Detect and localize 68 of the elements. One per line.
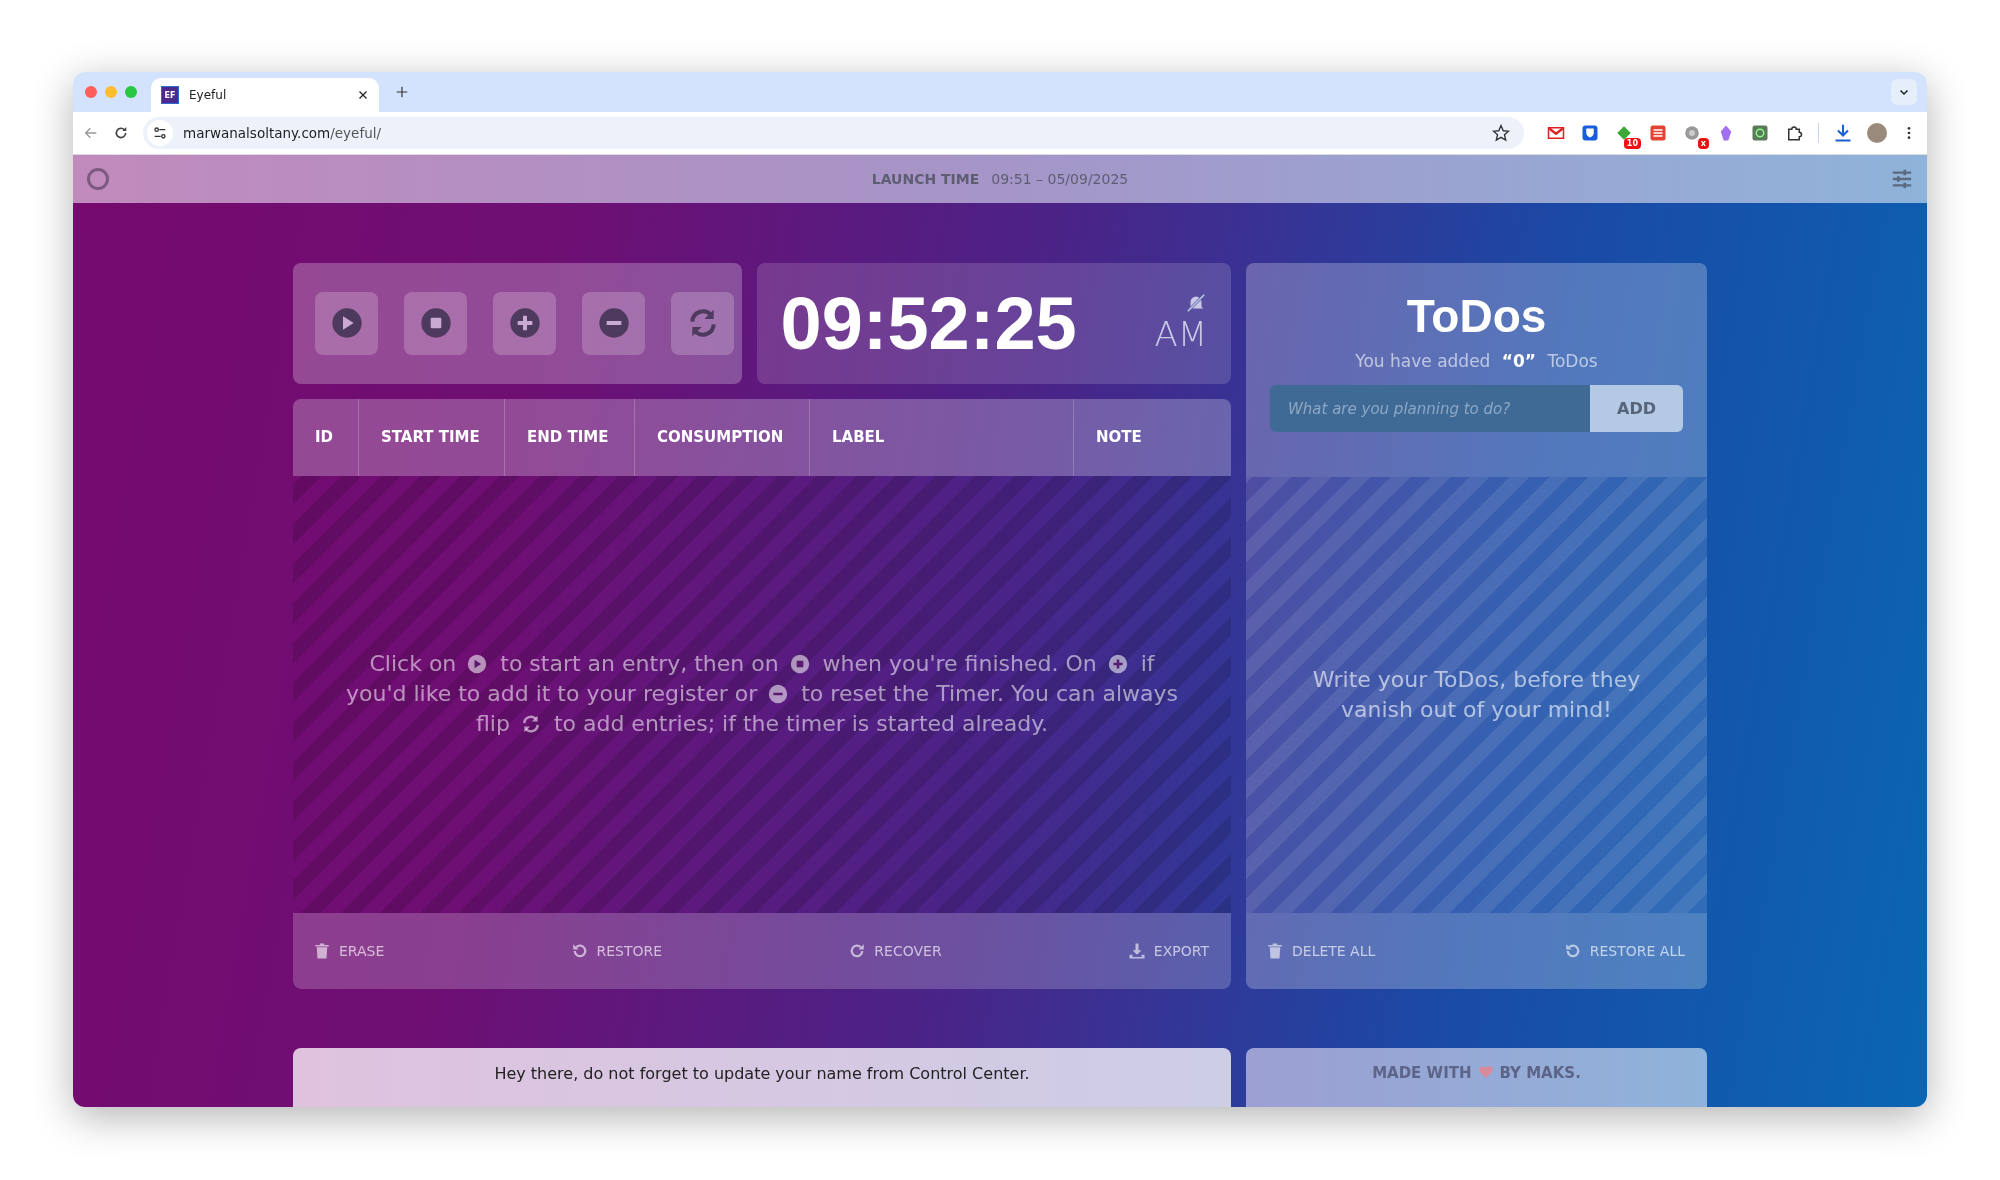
column-header: END TIME — [505, 398, 635, 476]
column-header: NOTE — [1095, 427, 1143, 449]
photo-icon[interactable] — [1751, 124, 1769, 142]
meridiem-label: AM — [1154, 314, 1207, 355]
play-button[interactable] — [315, 291, 378, 355]
launch-time-label: LAUNCH TIME — [871, 171, 980, 187]
stop-icon — [789, 654, 810, 675]
action-link[interactable]: EXPORT — [1127, 941, 1209, 960]
credit-text: MADE WITH — [1372, 1063, 1472, 1082]
undo-icon — [570, 941, 589, 960]
back-icon[interactable] — [83, 125, 99, 141]
empty-todos-text: Write your ToDos, before they vanish out of your mind! — [1311, 666, 1642, 725]
column-header: ID — [293, 398, 359, 476]
column-header: START TIME — [359, 398, 505, 476]
window-control-icon[interactable] — [85, 86, 97, 98]
instruction-text: Click on to start an entry, then on when you're finished. On if you'd like to add it to your register or to reset the Timer. You can always flip to add entries; if the timer is started already. — [345, 650, 1179, 739]
trash-icon — [313, 941, 331, 960]
column-header: CONSUMPTION — [635, 398, 810, 476]
avatar-icon[interactable] — [1867, 123, 1887, 143]
action-link[interactable]: RESTORE ALL — [1563, 942, 1685, 961]
close-icon[interactable] — [357, 89, 369, 101]
trash-icon — [1266, 942, 1284, 961]
action-link[interactable]: ERASE — [313, 941, 385, 960]
download-icon[interactable] — [1833, 123, 1853, 143]
launch-time-value: 09:51 – 05/09/2025 — [991, 171, 1129, 187]
record-icon[interactable] — [1683, 124, 1701, 142]
minus-icon — [768, 684, 789, 705]
notification-badge: x — [1697, 138, 1709, 149]
browser-tab[interactable]: EF Eyeful — [151, 78, 379, 112]
list-icon[interactable] — [1649, 124, 1667, 142]
heart-icon — [1477, 1063, 1494, 1080]
shield-icon[interactable] — [1581, 124, 1599, 142]
download-icon — [1127, 941, 1146, 960]
add-button[interactable]: ADD — [1590, 385, 1683, 432]
add-button[interactable] — [493, 291, 556, 355]
tab-title: Eyeful — [189, 88, 228, 102]
settings-icon[interactable] — [1891, 168, 1913, 190]
minus-icon — [597, 307, 630, 340]
refresh-icon — [520, 714, 541, 735]
column-header: LABEL — [810, 398, 1074, 476]
stop-icon — [419, 307, 452, 340]
tab-menu-button[interactable] — [1891, 79, 1917, 105]
plus-icon — [1107, 654, 1128, 675]
bell-muted-icon[interactable] — [1185, 292, 1207, 315]
play-icon — [467, 654, 488, 675]
extensions-icon[interactable] — [1785, 124, 1803, 142]
todos-title: ToDos — [1406, 289, 1547, 343]
circle-icon[interactable] — [87, 168, 109, 190]
plus-icon — [508, 307, 541, 340]
stop-button[interactable] — [404, 291, 467, 355]
refresh-button[interactable] — [671, 291, 734, 355]
action-link[interactable]: RESTORE — [570, 941, 663, 960]
new-tab-icon[interactable] — [395, 85, 409, 99]
site-settings-icon[interactable] — [152, 125, 168, 141]
star-icon[interactable] — [1492, 124, 1510, 142]
notice-banner: Hey there, do not forget to update your name from Control Center. — [293, 1047, 1231, 1107]
favicon: EF — [161, 86, 179, 104]
remove-button[interactable] — [582, 291, 645, 355]
notification-badge: 10 — [1623, 138, 1641, 149]
action-link[interactable]: DELETE ALL — [1266, 942, 1376, 961]
todo-input-field[interactable]: What are you planning to do? — [1270, 385, 1590, 432]
mail-icon[interactable] — [1547, 124, 1565, 142]
clock-time: 09:52:25 — [780, 280, 1078, 366]
todo-count-text: You have added “0” ToDos — [1355, 351, 1598, 371]
credit-text: BY MAKS. — [1499, 1063, 1581, 1082]
play-icon — [330, 307, 363, 340]
reload-icon[interactable] — [113, 125, 129, 141]
action-link[interactable]: RECOVER — [848, 941, 942, 960]
